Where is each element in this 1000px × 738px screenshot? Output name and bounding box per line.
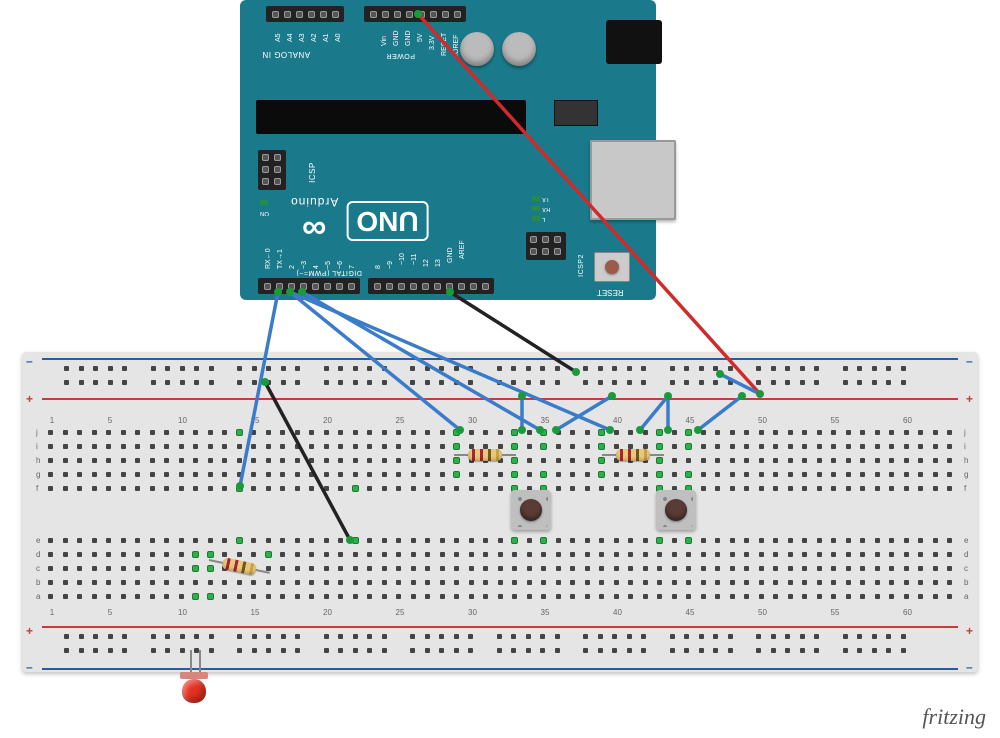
on-led	[260, 200, 268, 205]
tx-led	[532, 196, 540, 201]
red-led	[182, 650, 208, 690]
rail-line-bot-minus	[42, 668, 958, 670]
atmega-chip	[256, 100, 526, 134]
arduino-uno-board: A5 A4 A3 A2 A1 A0 Vin GND GND 5V 3.3V RE…	[240, 0, 656, 300]
rail-line-top-minus	[42, 358, 958, 360]
pin-label-d5: ~5	[325, 261, 332, 269]
pin-label-a5: A5	[275, 33, 282, 42]
pin-label-ioref: IOREF	[453, 35, 460, 56]
uno-text: UNO	[346, 202, 428, 242]
capacitors	[460, 32, 536, 66]
capacitor-1	[460, 32, 494, 66]
pin-label-a3: A3	[299, 33, 306, 42]
pin-label-a1: A1	[323, 33, 330, 42]
power-label: POWER	[386, 52, 415, 59]
pin-label-reset: RESET	[441, 33, 448, 56]
voltage-regulator	[554, 100, 598, 126]
on-led-label: ON	[260, 210, 269, 216]
reset-button[interactable]	[594, 252, 630, 282]
infinity-icon: ∞	[302, 209, 326, 248]
arduino-brand: Arduino	[290, 195, 338, 209]
pin-label-gnd-d: GND	[447, 247, 454, 263]
resistor-3	[602, 449, 664, 461]
rx-led	[532, 206, 540, 211]
pin-label-d3: ~3	[301, 261, 308, 269]
rx-led-label: RX	[542, 206, 550, 212]
barrel-jack	[606, 20, 662, 64]
capacitor-2	[502, 32, 536, 66]
resistor-2	[454, 449, 516, 461]
pin-label-gnd2: GND	[405, 30, 412, 46]
pin-label-gnd1: GND	[393, 30, 400, 46]
digital-label: DIGITAL (PWM=~)	[296, 269, 362, 276]
pin-label-d7: 7	[349, 265, 356, 269]
pin-label-rx0: RX←0	[265, 248, 272, 269]
pin-label-5v: 5V	[417, 33, 424, 42]
pin-label-a0: A0	[335, 33, 342, 42]
icsp2-label: ICSP2	[578, 254, 585, 277]
push-button-2[interactable]	[656, 490, 696, 530]
icsp2-header	[526, 232, 566, 260]
power-header	[364, 6, 466, 22]
l-led-label: L	[542, 216, 545, 222]
icsp-label: ICSP	[308, 162, 317, 183]
pin-label-a2: A2	[311, 33, 318, 42]
pin-label-a4: A4	[287, 33, 294, 42]
reset-label: RESET	[597, 288, 624, 297]
pin-label-d6: ~6	[337, 261, 344, 269]
fritzing-watermark: fritzing	[922, 704, 986, 730]
analog-in-label: ANALOG IN	[262, 50, 310, 59]
push-button-1[interactable]	[511, 490, 551, 530]
pin-label-3v3: 3.3V	[429, 36, 436, 50]
breadboard: 1510152025303540455055601510152025303540…	[22, 352, 978, 672]
rail-line-top-plus	[42, 398, 958, 400]
pin-label-aref: AREF	[459, 240, 466, 259]
rail-line-bot-plus	[42, 626, 958, 628]
pin-label-d12: 12	[423, 259, 430, 267]
usb-port	[590, 140, 676, 220]
digital-header-left	[368, 278, 494, 294]
pin-label-d11: ~11	[411, 254, 418, 265]
pin-label-tx1: TX→1	[277, 249, 284, 269]
tx-led-label: TX	[542, 196, 550, 202]
icsp-header	[258, 150, 286, 190]
pin-label-d13: 13	[435, 259, 442, 267]
analog-header	[266, 6, 344, 22]
pin-label-d9: ~9	[387, 261, 394, 269]
l-led	[532, 216, 540, 221]
pin-label-vin: Vin	[381, 36, 388, 46]
digital-header-right	[258, 278, 360, 294]
pin-label-d8: 8	[375, 265, 382, 269]
pin-label-d4: 4	[313, 265, 320, 269]
pin-label-d10: ~10	[399, 253, 406, 265]
board-logo: UNO ∞ Arduino	[290, 195, 429, 248]
pin-label-d2: 2	[289, 265, 296, 269]
